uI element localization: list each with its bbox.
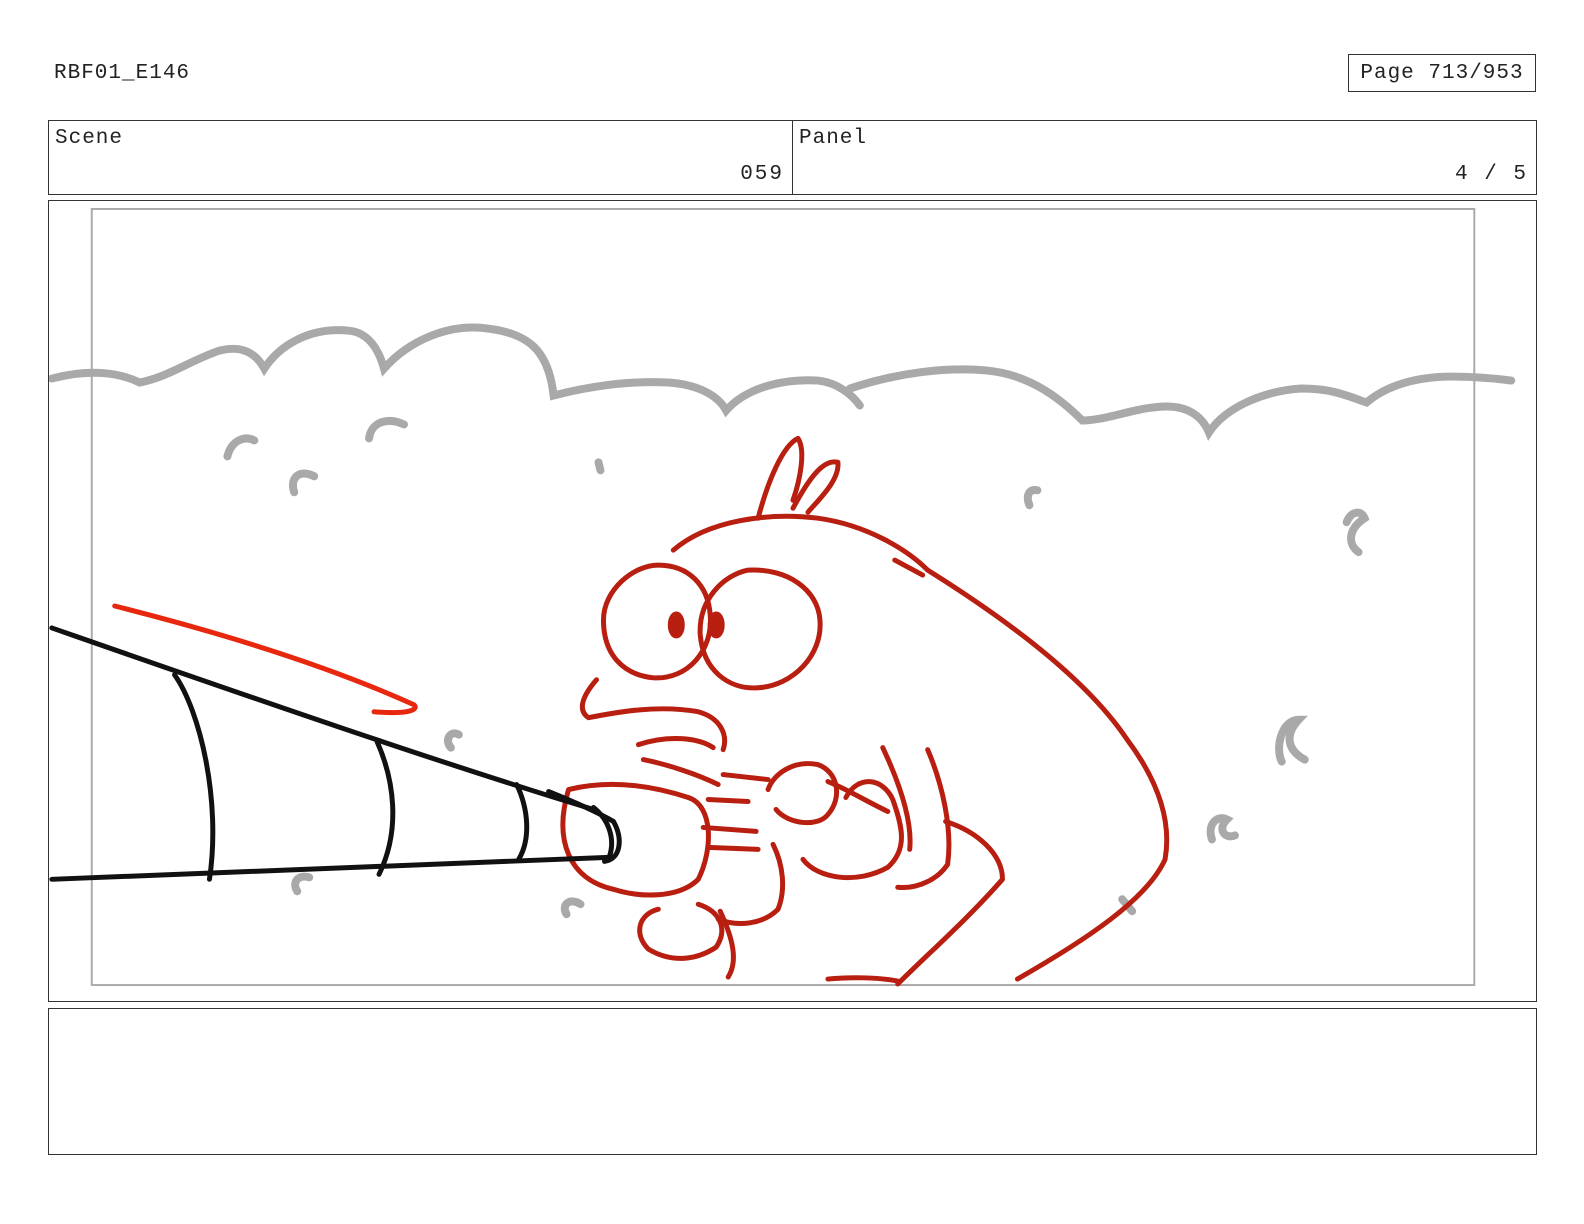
panel-notes bbox=[48, 1008, 1537, 1155]
scene-label: Scene bbox=[55, 127, 124, 150]
scene-number: 059 bbox=[740, 163, 784, 186]
page-number: Page 713/953 bbox=[1348, 54, 1536, 92]
panel-cell: Panel 4 / 5 bbox=[792, 121, 1536, 194]
panel-label: Panel bbox=[799, 127, 868, 150]
storyboard-panel bbox=[48, 200, 1537, 1002]
background-bushes bbox=[49, 323, 1516, 919]
panel-number: 4 / 5 bbox=[1454, 163, 1528, 186]
motion-line bbox=[112, 603, 418, 716]
bird-character-sketch bbox=[560, 435, 1170, 987]
scene-cell: Scene 059 bbox=[49, 121, 792, 194]
telescope-sketch bbox=[49, 625, 622, 882]
scene-panel-info: Scene 059 Panel 4 / 5 bbox=[48, 120, 1537, 195]
document-id: RBF01_E146 bbox=[54, 62, 191, 85]
storyboard-sketch bbox=[49, 207, 1516, 987]
